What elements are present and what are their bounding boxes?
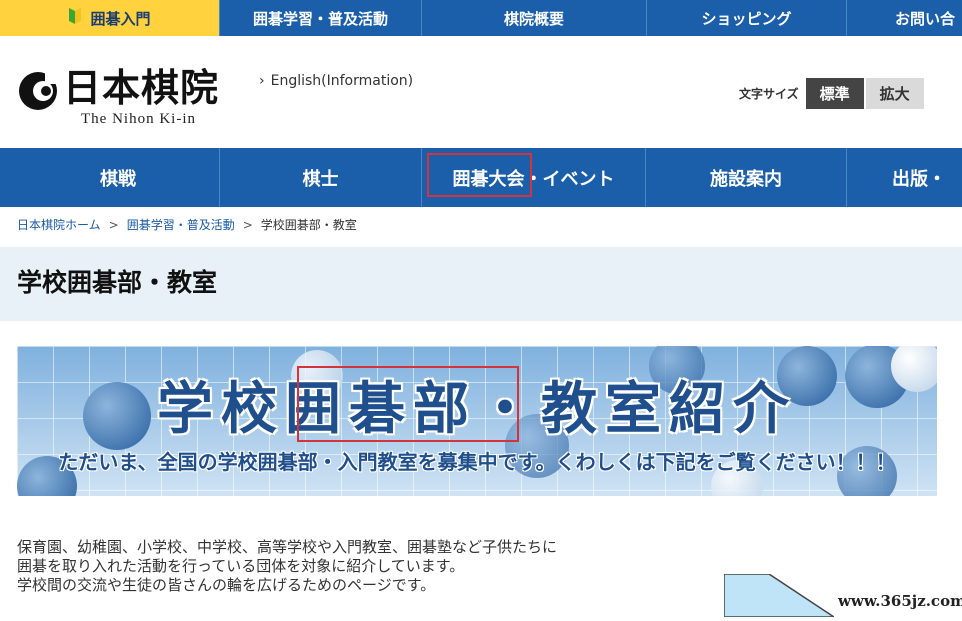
breadcrumb-home-link[interactable]: 日本棋院ホーム: [17, 218, 101, 232]
logo-subtitle: The Nihon Ki-in: [81, 111, 196, 127]
highlight-box-banner: [297, 366, 519, 442]
main-nav-item-tournaments[interactable]: 棋戦: [0, 148, 220, 207]
english-link-label: English(Information): [270, 73, 414, 89]
main-nav-label: 施設案内: [710, 168, 782, 190]
banner-subtitle: ただいま、全国の学校囲碁部・入門教室を募集中です。くわしくは下記をご覧ください！…: [58, 450, 896, 474]
top-nav-label: お問い合: [895, 9, 956, 28]
watermark-text: www.365jz.com: [838, 592, 962, 610]
top-nav-item-about[interactable]: 棋院概要: [422, 0, 647, 36]
main-nav-item-facilities[interactable]: 施設案内: [646, 148, 847, 207]
intro-line: 学校間の交流や生徒の皆さんの輪を広げるためのページです。: [17, 576, 436, 594]
top-nav-item-go-intro[interactable]: 囲碁入門: [0, 0, 220, 36]
logo-mark-icon: [17, 70, 59, 116]
main-nav-item-publishing[interactable]: 出版・: [847, 148, 962, 207]
font-size-standard-button[interactable]: 標準: [805, 78, 864, 109]
breadcrumb-learning-link[interactable]: 囲碁学習・普及活動: [127, 218, 235, 232]
english-link[interactable]: › English(Information): [259, 73, 413, 89]
breadcrumb-separator: >: [108, 218, 119, 232]
top-nav-label: ショッピング: [701, 9, 792, 28]
top-nav-label: 囲碁入門: [90, 9, 151, 28]
main-nav-label: 出版・: [892, 168, 946, 190]
main-nav-label: 棋士: [302, 168, 339, 190]
beginner-leaf-icon: [68, 7, 82, 29]
breadcrumb-separator: >: [242, 218, 253, 232]
top-nav-label: 棋院概要: [503, 9, 564, 28]
intro-text: 保育園、幼稚園、小学校、中学校、高等学校や入門教室、囲碁塾など子供たちに 囲碁を…: [17, 538, 667, 595]
breadcrumb-current: 学校囲碁部・教室: [260, 218, 357, 232]
intro-line: 囲碁を取り入れた活動を行っている団体を対象に紹介しています。: [17, 557, 465, 575]
site-logo[interactable]: 日本棋院 The Nihon Ki-in: [17, 66, 232, 132]
font-size-large-button[interactable]: 拡大: [865, 78, 924, 109]
top-nav-item-learning[interactable]: 囲碁学習・普及活動: [220, 0, 422, 36]
top-nav-item-shopping[interactable]: ショッピング: [647, 0, 847, 36]
top-nav: 囲碁入門 囲碁学習・普及活動 棋院概要 ショッピング お問い合: [0, 0, 962, 36]
intro-line: 保育園、幼稚園、小学校、中学校、高等学校や入門教室、囲碁塾など子供たちに: [17, 538, 558, 556]
chevron-right-icon: ›: [259, 73, 265, 89]
highlight-box-nav: [427, 153, 532, 197]
decorative-shape: [723, 573, 837, 621]
top-nav-label: 囲碁学習・普及活動: [252, 9, 388, 28]
logo-text: 日本棋院: [63, 65, 220, 110]
page-title: 学校囲碁部・教室: [17, 268, 218, 297]
breadcrumb: 日本棋院ホーム > 囲碁学習・普及活動 > 学校囲碁部・教室: [17, 216, 357, 233]
font-size-label: 文字サイズ: [739, 87, 799, 101]
font-size-switcher: 文字サイズ 標準 拡大: [739, 78, 924, 109]
top-nav-item-contact[interactable]: お問い合: [847, 0, 962, 36]
main-nav-label: 棋戦: [100, 168, 136, 190]
main-nav-item-players[interactable]: 棋士: [220, 148, 422, 207]
